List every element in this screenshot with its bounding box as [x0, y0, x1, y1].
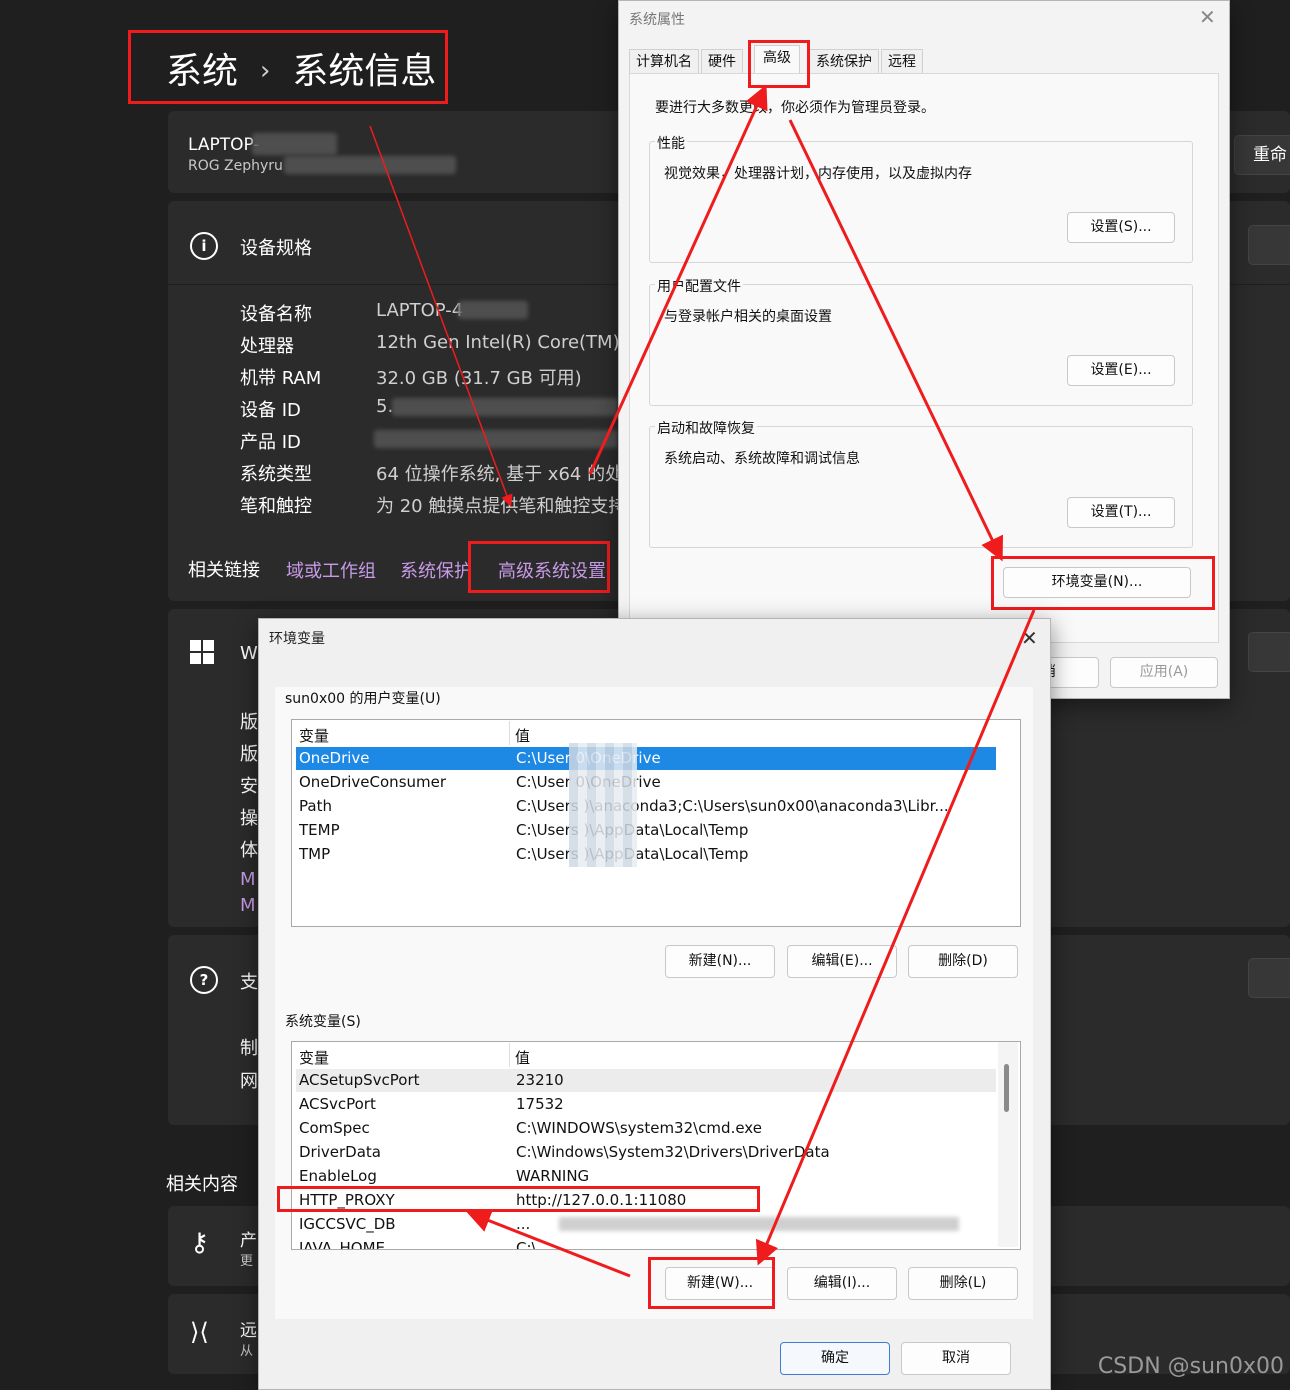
- arrow-tab-to-env-button: [788, 119, 1004, 562]
- arrow-new-button-to-http-proxy: [466, 1209, 631, 1278]
- arrow-breadcrumb-to-advanced-link: [369, 125, 513, 507]
- watermark: CSDN @sun0x00: [1097, 1354, 1284, 1379]
- annotation-arrows: [369, 84, 1036, 1278]
- arrow-advanced-link-to-tab: [588, 84, 768, 475]
- arrow-env-button-to-new-button: [755, 609, 1036, 1266]
